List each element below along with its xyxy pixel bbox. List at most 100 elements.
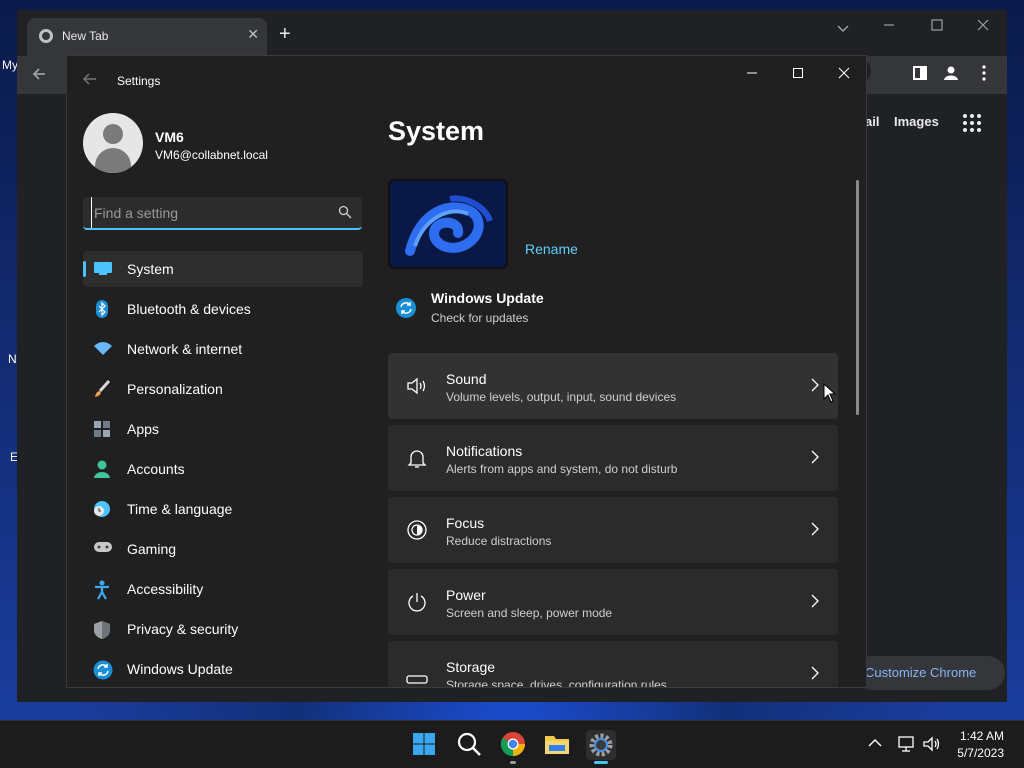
apps-icon — [93, 420, 111, 438]
chrome-tab[interactable]: New Tab ✕ — [27, 18, 267, 56]
search-input[interactable] — [91, 197, 331, 228]
chrome-favicon-icon — [39, 29, 53, 43]
card-subtitle: Reduce distractions — [446, 534, 552, 548]
card-title: Focus — [446, 515, 485, 531]
sidebar-item-label: Bluetooth & devices — [127, 301, 251, 317]
sidebar-item-privacy-security[interactable]: Privacy & security — [83, 611, 363, 647]
sidebar-item-time-language[interactable]: Time & language — [83, 491, 363, 527]
search-icon — [338, 205, 352, 219]
speaker-icon — [406, 375, 428, 397]
focus-icon — [406, 519, 428, 541]
avatar — [83, 113, 143, 173]
accounts-icon — [93, 460, 111, 478]
card-subtitle: Storage space, drives, configuration rul… — [446, 678, 667, 688]
update-icon — [396, 298, 416, 318]
tab-search-icon[interactable] — [837, 20, 849, 36]
gmail-link[interactable]: ail — [865, 114, 879, 129]
back-icon[interactable] — [82, 72, 97, 88]
images-link[interactable]: Images — [894, 114, 939, 129]
start-icon[interactable] — [410, 730, 440, 760]
sidebar-item-label: Accessibility — [127, 581, 204, 597]
chevron-right-icon — [810, 521, 820, 537]
chrome-icon[interactable] — [499, 730, 529, 760]
clock-time[interactable]: 1:42 AM — [960, 729, 1004, 743]
customize-chrome-button[interactable]: Customize Chrome — [855, 656, 1005, 690]
profile-icon[interactable] — [943, 65, 959, 86]
side-panel-icon[interactable] — [913, 66, 927, 85]
clock-date[interactable]: 5/7/2023 — [957, 746, 1004, 760]
sidebar-nav: System Bluetooth & devices Network & int… — [83, 251, 363, 687]
sidebar-item-label: Personalization — [127, 381, 223, 397]
paintbrush-icon — [93, 379, 111, 398]
rename-link[interactable]: Rename — [525, 241, 578, 257]
sidebar-item-personalization[interactable]: Personalization — [83, 371, 363, 407]
settings-window: Settings VM6 VM6@collabnet.local System — [66, 55, 867, 688]
chevron-right-icon — [810, 593, 820, 609]
sidebar-item-label: System — [127, 261, 174, 277]
taskbar: 1:42 AM 5/7/2023 — [0, 720, 1024, 768]
chevron-right-icon — [810, 377, 820, 393]
settings-card-notifications[interactable]: Notifications Alerts from apps and syste… — [388, 425, 838, 491]
card-subtitle: Screen and sleep, power mode — [446, 606, 613, 620]
storage-icon — [406, 663, 428, 685]
windows-update-title: Windows Update — [431, 290, 544, 306]
scrollbar[interactable] — [856, 180, 859, 415]
settings-card-power[interactable]: Power Screen and sleep, power mode — [388, 569, 838, 635]
user-email: VM6@collabnet.local — [155, 148, 268, 162]
close-icon[interactable] — [977, 18, 989, 34]
shield-icon — [93, 620, 111, 639]
new-tab-button[interactable]: + — [279, 24, 291, 44]
search-box[interactable] — [83, 197, 362, 230]
clock-globe-icon — [93, 500, 111, 518]
windows-update-subtitle: Check for updates — [431, 311, 529, 325]
minimize-icon[interactable] — [883, 18, 895, 34]
chrome-tab-title: New Tab — [62, 29, 109, 43]
chevron-right-icon — [810, 665, 820, 681]
file-explorer-icon[interactable] — [543, 730, 573, 760]
update-icon — [93, 660, 113, 680]
sidebar-item-bluetooth[interactable]: Bluetooth & devices — [83, 291, 363, 327]
system-icon — [93, 260, 112, 278]
sidebar-item-label: Privacy & security — [127, 621, 239, 637]
mouse-cursor-icon — [823, 382, 837, 403]
settings-card-sound[interactable]: Sound Volume levels, output, input, soun… — [388, 353, 838, 419]
google-apps-icon[interactable] — [963, 114, 981, 132]
card-title: Sound — [446, 371, 487, 387]
active-indicator — [594, 761, 608, 764]
sidebar-item-label: Network & internet — [127, 341, 243, 357]
sidebar-item-label: Time & language — [127, 501, 233, 517]
desktop-thumbnail — [388, 179, 508, 269]
sidebar-item-apps[interactable]: Apps — [83, 411, 363, 447]
chevron-up-icon[interactable] — [868, 735, 882, 751]
bluetooth-icon — [93, 300, 111, 318]
settings-icon[interactable] — [586, 730, 616, 760]
back-icon[interactable] — [31, 66, 47, 87]
network-icon[interactable] — [898, 735, 916, 756]
settings-card-focus[interactable]: Focus Reduce distractions — [388, 497, 838, 563]
card-subtitle: Alerts from apps and system, do not dist… — [446, 462, 678, 476]
bell-icon — [406, 447, 428, 469]
menu-kebab-icon[interactable] — [981, 65, 987, 86]
sidebar-item-system[interactable]: System — [83, 251, 363, 287]
wifi-icon — [93, 340, 112, 358]
volume-icon[interactable] — [923, 735, 941, 756]
maximize-icon[interactable] — [931, 18, 943, 34]
close-tab-icon[interactable]: ✕ — [247, 26, 259, 43]
search-icon[interactable] — [455, 730, 485, 760]
page-title: System — [388, 116, 485, 146]
card-title: Storage — [446, 659, 496, 675]
chevron-right-icon — [810, 449, 820, 465]
sidebar-item-gaming[interactable]: Gaming — [83, 531, 363, 567]
sidebar-item-network[interactable]: Network & internet — [83, 331, 363, 367]
settings-card-storage[interactable]: Storage Storage space, drives, configura… — [388, 641, 838, 688]
sidebar-item-accessibility[interactable]: Accessibility — [83, 571, 363, 607]
sidebar-item-windows-update[interactable]: Windows Update — [83, 651, 363, 687]
card-title: Notifications — [446, 443, 523, 459]
main-content: System Rename Windows Update Check for u… — [388, 56, 866, 688]
accessibility-icon — [93, 580, 111, 600]
sidebar-item-accounts[interactable]: Accounts — [83, 451, 363, 487]
window-title: Settings — [117, 74, 161, 88]
sidebar-item-label: Windows Update — [127, 661, 233, 677]
sidebar-item-label: Gaming — [127, 541, 177, 557]
card-title: Power — [446, 587, 486, 603]
